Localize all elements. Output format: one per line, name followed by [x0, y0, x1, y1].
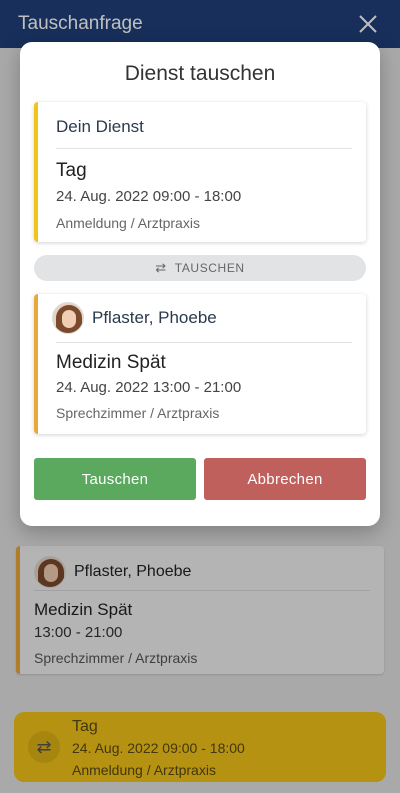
swap-divider-pill: ⇄ TAUSCHEN — [34, 255, 366, 281]
other-shift-card: Pflaster, Phoebe Medizin Spät 24. Aug. 2… — [34, 294, 366, 434]
swap-label: TAUSCHEN — [174, 261, 245, 275]
other-shift-location: Sprechzimmer / Arztpraxis — [56, 405, 220, 421]
cancel-button[interactable]: Abbrechen — [204, 458, 366, 500]
divider — [56, 342, 352, 343]
swap-dialog: Dienst tauschen Dein Dienst Tag 24. Aug.… — [20, 42, 380, 526]
dialog-title: Dienst tauschen — [124, 62, 276, 85]
avatar — [52, 302, 84, 334]
own-shift-location: Anmeldung / Arztpraxis — [56, 215, 200, 231]
divider — [56, 148, 352, 149]
swap-arrows-icon: ⇄ — [155, 260, 167, 275]
other-shift-datetime: 24. Aug. 2022 13:00 - 21:00 — [56, 379, 242, 396]
own-shift-header: Dein Dienst — [56, 117, 144, 136]
own-shift-datetime: 24. Aug. 2022 09:00 - 18:00 — [56, 188, 242, 205]
person-row: Pflaster, Phoebe — [52, 302, 217, 334]
own-shift-name: Tag — [56, 160, 87, 181]
other-shift-name: Medizin Spät — [56, 352, 166, 373]
confirm-swap-button[interactable]: Tauschen — [34, 458, 196, 500]
person-name: Pflaster, Phoebe — [92, 308, 217, 327]
own-shift-card: Dein Dienst Tag 24. Aug. 2022 09:00 - 18… — [34, 102, 366, 242]
